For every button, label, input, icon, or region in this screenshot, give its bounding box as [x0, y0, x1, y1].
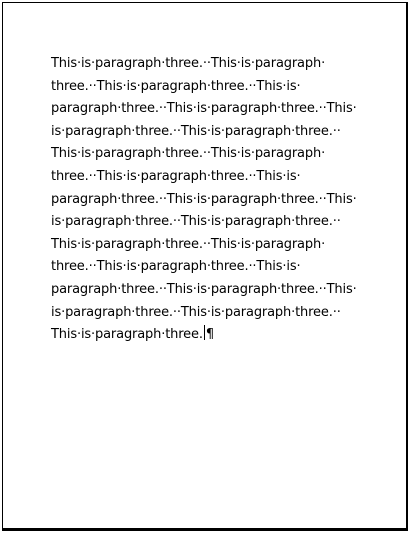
text-line: paragraph·three.··This·is·paragraph·thre… — [51, 101, 357, 117]
text-line: This·is·paragraph·three.··This·is·paragr… — [51, 56, 326, 71]
text-line: is·paragraph·three.··This·is·paragraph·t… — [51, 214, 341, 230]
text-line: three.··This·is·paragraph·three.··This·i… — [51, 259, 301, 275]
text-line: is·paragraph·three.··This·is·paragraph·t… — [51, 123, 341, 139]
last-line-text: This·is·paragraph·three. — [51, 327, 203, 343]
text-line: three.··This·is·paragraph·three.··This·i… — [51, 168, 301, 184]
pilcrow-mark: ¶ — [205, 327, 214, 343]
text-line: three.··This·is·paragraph·three.··This·i… — [51, 78, 301, 94]
last-text-line: This·is·paragraph·three. ¶ — [51, 324, 371, 347]
text-line: paragraph·three.··This·is·paragraph·thre… — [51, 281, 357, 297]
document-page[interactable]: This·is·paragraph·three.··This·is·paragr… — [2, 2, 408, 531]
text-line: This·is·paragraph·three.··This·is·paragr… — [51, 146, 326, 162]
text-cursor — [203, 325, 205, 341]
paragraph-three[interactable]: This·is·paragraph·three.··This·is·paragr… — [51, 53, 371, 347]
text-line: is·paragraph·three.··This·is·paragraph·t… — [51, 304, 341, 320]
text-line: This·is·paragraph·three.··This·is·paragr… — [51, 236, 326, 252]
text-line: paragraph·three.··This·is·paragraph·thre… — [51, 191, 357, 207]
